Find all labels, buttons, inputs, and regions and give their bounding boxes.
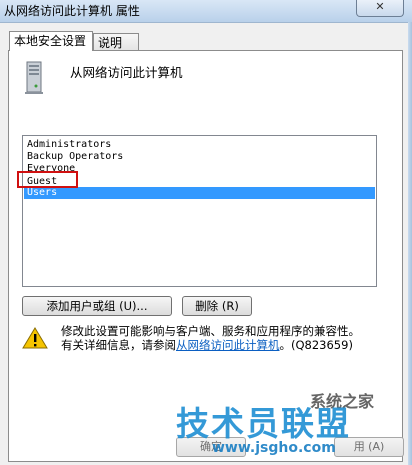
policy-title: 从网络访问此计算机 xyxy=(70,65,183,80)
tab-local-security-setting[interactable]: 本地安全设置 xyxy=(9,31,93,51)
guest-highlight-annotation xyxy=(17,171,78,188)
tab-explain[interactable]: 说明 xyxy=(93,33,139,51)
list-item-backup-operators[interactable]: Backup Operators xyxy=(24,151,375,163)
close-button[interactable]: ✕ xyxy=(356,0,404,17)
list-item-users[interactable]: Users xyxy=(24,187,375,199)
remove-button[interactable]: 删除 (R) xyxy=(182,296,252,316)
watermark-url: www.jsgho.com xyxy=(212,440,336,456)
warning-icon xyxy=(22,327,48,349)
more-info-prefix: 有关详细信息，请参阅 xyxy=(61,338,176,352)
close-icon: ✕ xyxy=(375,0,385,13)
server-icon xyxy=(25,61,43,94)
more-info-line: 有关详细信息，请参阅从网络访问此计算机。(Q823659) xyxy=(61,337,353,353)
policy-help-link[interactable]: 从网络访问此计算机 xyxy=(176,338,280,352)
title-bar[interactable]: 从网络访问此计算机 属性 ✕ xyxy=(0,0,412,23)
add-user-or-group-button[interactable]: 添加用户或组 (U)... xyxy=(22,296,172,316)
watermark-brand: 技术员联盟 xyxy=(176,404,351,443)
window-title: 从网络访问此计算机 属性 xyxy=(4,4,140,18)
window-frame xyxy=(408,22,412,465)
tab-label: 说明 xyxy=(98,36,123,50)
kb-reference: 。(Q823659) xyxy=(279,338,353,352)
list-item-administrators[interactable]: Administrators xyxy=(24,139,375,151)
accounts-list[interactable]: Administrators Backup Operators Everyone… xyxy=(22,135,377,287)
tab-label: 本地安全设置 xyxy=(14,34,87,48)
